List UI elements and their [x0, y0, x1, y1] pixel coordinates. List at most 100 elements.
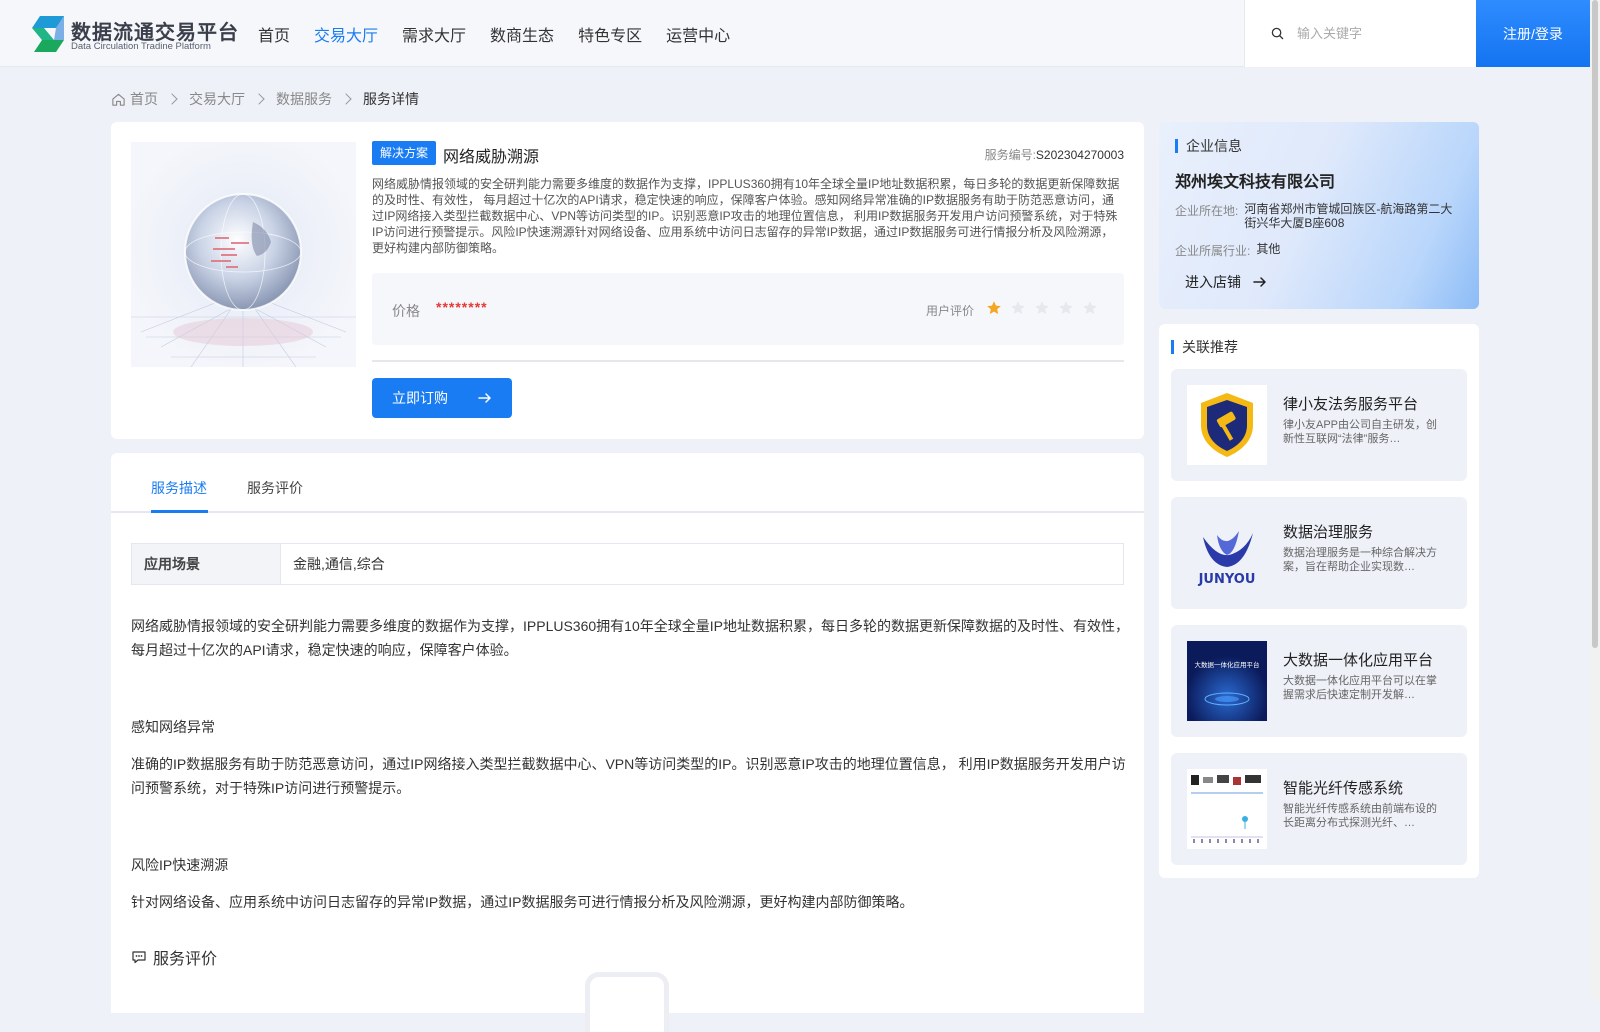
description-heading: 风险IP快速溯源: [131, 857, 229, 873]
breadcrumb-current: 服务详情: [363, 91, 419, 107]
breadcrumb: 首页 交易大厅 数据服务 服务详情: [111, 89, 419, 109]
description-heading: 感知网络异常: [131, 719, 215, 735]
star-empty-icon[interactable]: [1034, 300, 1050, 316]
attribute-key: 应用场景: [132, 544, 280, 584]
recommend-section-title: 关联推荐: [1171, 337, 1238, 357]
service-number-label: 服务编号:: [984, 148, 1036, 162]
company-industry-label: 企业所属行业:: [1175, 244, 1251, 258]
search-input[interactable]: [1295, 20, 1465, 46]
globe-illustration-icon: [131, 193, 356, 367]
divider: [372, 360, 1124, 362]
recommend-card[interactable]: 智能光纤传感系统 智能光纤传感系统由前端布设的长距离分布式探测光纤、…: [1171, 753, 1467, 865]
recommend-card[interactable]: JUNYOU 数据治理服务 数据治理服务是一种综合解决方案，旨在帮助企业实现数…: [1171, 497, 1467, 609]
recommend-thumbnail: JUNYOU: [1187, 513, 1267, 593]
recommend-thumbnail: [1187, 769, 1267, 849]
review-section-label: 服务评价: [153, 951, 218, 968]
service-type-tag: 解决方案: [372, 141, 437, 165]
shield-gavel-logo-icon: [1201, 393, 1253, 457]
chevron-right-icon: [340, 93, 352, 105]
home-icon: [112, 93, 125, 106]
star-empty-icon[interactable]: [1058, 300, 1074, 316]
recommend-card[interactable]: 大数据一体化应用平台 大数据一体化应用平台 大数据一体化应用平台可以在掌握需求后…: [1171, 625, 1467, 737]
search-icon[interactable]: [1271, 27, 1284, 40]
recommend-title: 智能光纤传感系统: [1283, 780, 1404, 797]
nav-item-featured[interactable]: 特色专区: [578, 22, 642, 46]
star-filled-icon[interactable]: [986, 300, 1002, 316]
search-box: [1244, 0, 1476, 67]
junyou-logo-text: JUNYOU: [1198, 572, 1256, 587]
service-summary-panel: 解决方案 网络威胁溯源 服务编号:S202304270003 网络威胁情报领域的…: [111, 122, 1144, 439]
comment-icon: [132, 951, 146, 964]
price-label: 价格: [392, 303, 420, 319]
service-number-value: S202304270003: [1035, 148, 1124, 162]
enter-shop-label: 进入店铺: [1185, 274, 1241, 290]
description-paragraph: 准确的IP数据服务有助于防范恶意访问，通过IP网络接入类型拦截数据中心、VPN等…: [131, 756, 1126, 796]
company-section-title: 企业信息: [1175, 136, 1242, 156]
scrollbar-thumb[interactable]: [1592, 0, 1598, 648]
recommend-description: 智能光纤传感系统由前端布设的长距离分布式探测光纤、…: [1283, 803, 1437, 829]
breadcrumb-data-service[interactable]: 数据服务: [276, 89, 332, 109]
company-name: 郑州埃文科技有限公司: [1175, 174, 1336, 191]
login-register-button[interactable]: 注册/登录: [1476, 0, 1590, 67]
company-industry-row: 企业所属行业: 其他: [1175, 242, 1471, 259]
recommend-thumbnail: 大数据一体化应用平台: [1187, 641, 1267, 721]
arrow-right-icon: [1253, 277, 1266, 287]
order-now-label: 立即订购: [392, 390, 448, 406]
service-description: 网络威胁情报领域的安全研判能力需要多维度的数据作为支撑，IPPLUS360拥有1…: [372, 177, 1120, 255]
detail-tabs: 服务描述 服务评价: [111, 453, 1144, 513]
description-paragraph: 网络威胁情报领域的安全研判能力需要多维度的数据作为支撑，IPPLUS360拥有1…: [131, 618, 1129, 658]
active-tab-indicator: [151, 510, 208, 513]
logo-subtitle: Data Circulation Tradine Platform: [71, 41, 211, 52]
fiber-sensing-diagram-icon: [1191, 775, 1263, 843]
recommend-title: 大数据一体化应用平台: [1283, 652, 1434, 669]
logo-mark-icon: [32, 16, 64, 52]
attribute-value: 金融,通信,综合: [280, 544, 1123, 584]
order-now-button[interactable]: 立即订购: [372, 378, 512, 418]
junyou-logo-icon: JUNYOU: [1198, 531, 1256, 587]
bigdata-platform-logo-icon: 大数据一体化应用平台: [1195, 660, 1260, 706]
nav-item-ecosystem[interactable]: 数商生态: [490, 22, 554, 46]
related-recommendations: 关联推荐 律小友法务服务平台 律小友APP由公司自主研发，创新性互联网“法律”服…: [1159, 324, 1479, 878]
enter-shop-button[interactable]: 进入店铺: [1185, 272, 1267, 292]
breadcrumb-trading-hall[interactable]: 交易大厅: [189, 89, 245, 109]
company-industry: 其他: [1256, 242, 1281, 256]
breadcrumb-home[interactable]: 首页: [130, 89, 158, 109]
recommend-card[interactable]: 律小友法务服务平台 律小友APP由公司自主研发，创新性互联网“法律”服务…: [1171, 369, 1467, 481]
recommend-description: 数据治理服务是一种综合解决方案，旨在帮助企业实现数…: [1283, 547, 1437, 573]
bigdata-logo-text: 大数据一体化应用平台: [1195, 660, 1260, 669]
nav-item-demand-hall[interactable]: 需求大厅: [402, 22, 466, 46]
star-rating: [986, 300, 1098, 316]
main-nav: 首页 交易大厅 需求大厅 数商生态 特色专区 运营中心: [258, 22, 754, 46]
tab-service-reviews[interactable]: 服务评价: [247, 478, 303, 498]
review-section-title: 服务评价: [131, 945, 217, 969]
service-title: 网络威胁溯源: [443, 149, 540, 166]
service-thumbnail: [131, 142, 356, 367]
nav-item-operations[interactable]: 运营中心: [666, 22, 730, 46]
user-rating-label: 用户评价: [926, 304, 975, 318]
service-detail-panel: 服务描述 服务评价 应用场景 金融,通信,综合 网络威胁情报领域的安全研判能力需…: [111, 453, 1144, 1032]
price-box: 价格 ******** 用户评价: [372, 273, 1124, 345]
star-empty-icon[interactable]: [1010, 300, 1026, 316]
price-value: ********: [436, 299, 488, 315]
company-info-card: 企业信息 郑州埃文科技有限公司 企业所在地: 河南省郑州市管城回族区-航海路第二…: [1159, 122, 1479, 309]
recommend-title: 数据治理服务: [1283, 524, 1374, 541]
company-location-label: 企业所在地:: [1175, 204, 1239, 218]
arrow-right-icon: [478, 393, 491, 403]
service-number: 服务编号:S202304270003: [985, 146, 1124, 163]
star-empty-icon[interactable]: [1082, 300, 1098, 316]
attribute-table: 应用场景 金融,通信,综合: [131, 543, 1124, 585]
top-header: 数据流通交易平台 Data Circulation Tradine Platfo…: [0, 0, 1590, 67]
company-location: 河南省郑州市管城回族区-航海路第二大街兴华大厦B座608: [1244, 202, 1453, 230]
tab-service-description[interactable]: 服务描述: [151, 478, 207, 498]
recommend-description: 大数据一体化应用平台可以在掌握需求后快速定制开发解…: [1283, 675, 1437, 701]
recommend-thumbnail: [1187, 385, 1267, 465]
site-logo[interactable]: 数据流通交易平台 Data Circulation Tradine Platfo…: [30, 14, 238, 54]
recommend-title: 律小友法务服务平台: [1283, 396, 1419, 413]
chevron-right-icon: [253, 93, 265, 105]
page-scrollbar[interactable]: [1590, 0, 1600, 1000]
chevron-right-icon: [166, 93, 178, 105]
nav-item-home[interactable]: 首页: [258, 22, 290, 46]
empty-state-illustration: [585, 972, 669, 1032]
nav-item-trading-hall[interactable]: 交易大厅: [314, 22, 378, 46]
company-location-row: 企业所在地: 河南省郑州市管城回族区-航海路第二大街兴华大厦B座608: [1175, 202, 1459, 230]
